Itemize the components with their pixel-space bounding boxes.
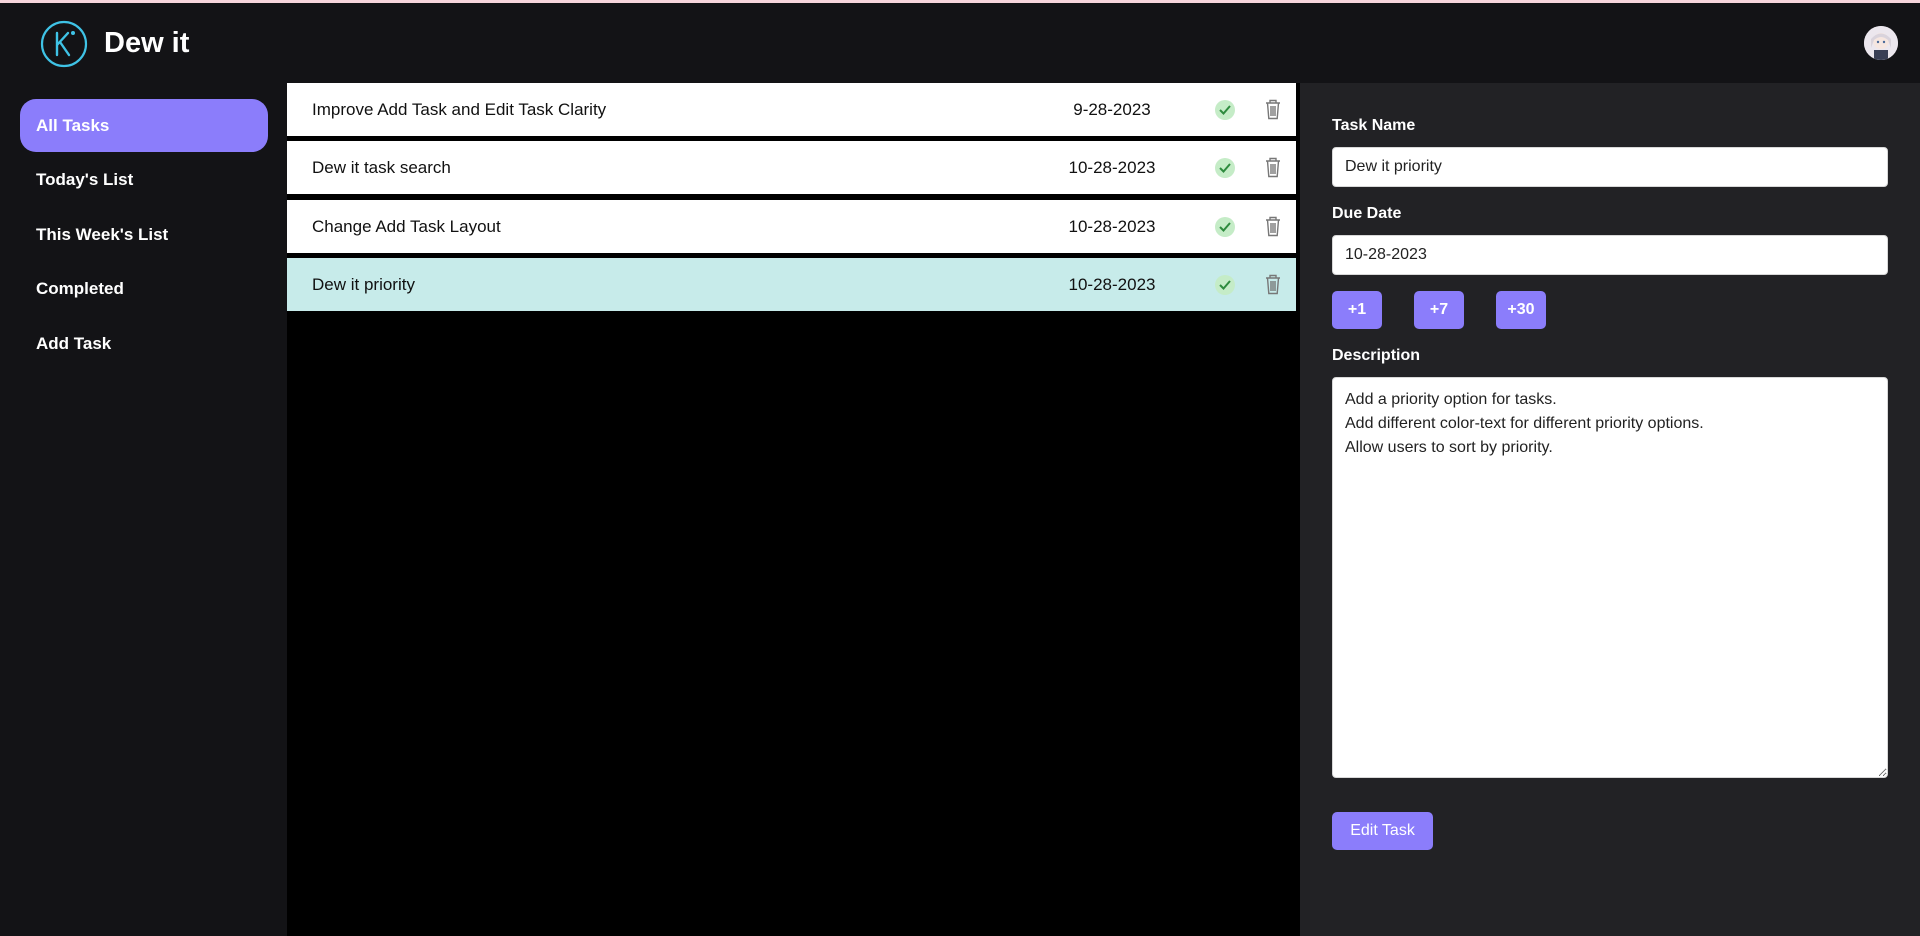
task-name-input[interactable] <box>1332 147 1888 187</box>
task-date: 9-28-2023 <box>1073 100 1151 119</box>
user-avatar-icon[interactable] <box>1864 26 1898 60</box>
task-name: Dew it task search <box>312 158 451 177</box>
edit-task-button[interactable]: Edit Task <box>1332 812 1433 850</box>
add-7-days-button[interactable]: +7 <box>1414 291 1464 329</box>
complete-check-icon[interactable] <box>1215 158 1235 178</box>
sidebar-item-todays-list[interactable]: Today's List <box>20 153 268 206</box>
complete-check-icon[interactable] <box>1215 275 1235 295</box>
task-date: 10-28-2023 <box>1068 158 1156 177</box>
trash-icon[interactable] <box>1264 215 1282 237</box>
task-row[interactable]: Improve Add Task and Edit Task Clarity 9… <box>287 83 1296 136</box>
sidebar: All Tasks Today's List This Week's List … <box>0 83 287 936</box>
task-name: Improve Add Task and Edit Task Clarity <box>312 100 607 119</box>
add-1-day-button[interactable]: +1 <box>1332 291 1382 329</box>
task-detail-panel: Task Name Due Date +1 +7 +30 Description… <box>1300 83 1920 936</box>
complete-check-icon[interactable] <box>1215 100 1235 120</box>
task-name: Change Add Task Layout <box>312 217 501 236</box>
complete-check-icon[interactable] <box>1215 217 1235 237</box>
task-row[interactable]: Dew it task search 10-28-2023 <box>287 141 1296 194</box>
description-textarea[interactable]: Add a priority option for tasks. Add dif… <box>1332 377 1888 778</box>
sidebar-item-add-task[interactable]: Add Task <box>20 317 268 370</box>
due-date-label: Due Date <box>1332 205 1402 222</box>
sidebar-item-all-tasks[interactable]: All Tasks <box>20 99 268 152</box>
sidebar-item-completed[interactable]: Completed <box>20 262 268 315</box>
task-row-selected[interactable]: Dew it priority 10-28-2023 <box>287 258 1296 311</box>
task-row[interactable]: Change Add Task Layout 10-28-2023 <box>287 200 1296 253</box>
due-date-input[interactable] <box>1332 235 1888 275</box>
task-name: Dew it priority <box>312 275 415 294</box>
description-label: Description <box>1332 347 1421 364</box>
task-name-label: Task Name <box>1332 117 1416 134</box>
k-logo-icon[interactable] <box>40 20 88 68</box>
app-title: Dew it <box>104 27 190 59</box>
task-date: 10-28-2023 <box>1068 217 1156 236</box>
sidebar-item-this-weeks-list[interactable]: This Week's List <box>20 208 268 261</box>
task-date: 10-28-2023 <box>1068 275 1156 294</box>
task-list: Improve Add Task and Edit Task Clarity 9… <box>287 83 1300 936</box>
app-header: Dew it <box>0 3 1920 83</box>
trash-icon[interactable] <box>1264 273 1282 295</box>
add-30-days-button[interactable]: +30 <box>1496 291 1546 329</box>
trash-icon[interactable] <box>1264 156 1282 178</box>
trash-icon[interactable] <box>1264 98 1282 120</box>
